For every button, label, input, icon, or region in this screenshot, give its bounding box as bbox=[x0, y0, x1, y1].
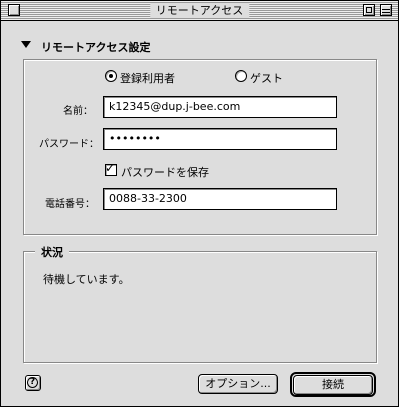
save-password-checkbox[interactable]: ✓ bbox=[105, 161, 117, 176]
radio-registered-user-label[interactable]: 登録利用者 bbox=[120, 70, 175, 86]
title-bar[interactable]: リモートアクセス bbox=[1, 1, 398, 21]
connect-button[interactable]: 接続 bbox=[293, 375, 373, 395]
remote-access-window: リモートアクセス リモートアクセス設定 登録利用者 ゲスト 名前： k12345… bbox=[0, 0, 399, 407]
options-button[interactable]: オプション... bbox=[198, 374, 278, 394]
password-field[interactable]: •••••••• bbox=[103, 128, 337, 150]
checkmark-icon: ✓ bbox=[105, 161, 116, 175]
name-label: 名前： bbox=[63, 106, 93, 117]
status-title: 状況 bbox=[35, 244, 69, 260]
close-box[interactable] bbox=[8, 4, 20, 16]
name-field[interactable]: k12345@dup.j-bee.com bbox=[103, 96, 337, 118]
radio-guest-label[interactable]: ゲスト bbox=[250, 70, 283, 86]
help-button[interactable]: ? bbox=[25, 375, 41, 391]
phone-label: 電話番号： bbox=[45, 199, 95, 210]
phone-field[interactable]: 0088-33-2300 bbox=[103, 188, 337, 210]
save-password-label[interactable]: パスワードを保存 bbox=[121, 164, 209, 180]
password-label: パスワード： bbox=[39, 139, 99, 150]
disclosure-triangle-icon[interactable] bbox=[21, 41, 31, 48]
status-text: 待機しています。 bbox=[43, 273, 130, 286]
radio-guest[interactable] bbox=[235, 70, 247, 82]
zoom-box[interactable] bbox=[363, 4, 375, 16]
radio-registered-user[interactable] bbox=[105, 70, 117, 82]
status-panel bbox=[23, 251, 377, 363]
help-icon: ? bbox=[27, 377, 38, 388]
collapse-box[interactable] bbox=[380, 4, 392, 16]
section-title: リモートアクセス設定 bbox=[41, 41, 151, 54]
window-title: リモートアクセス bbox=[149, 3, 250, 18]
